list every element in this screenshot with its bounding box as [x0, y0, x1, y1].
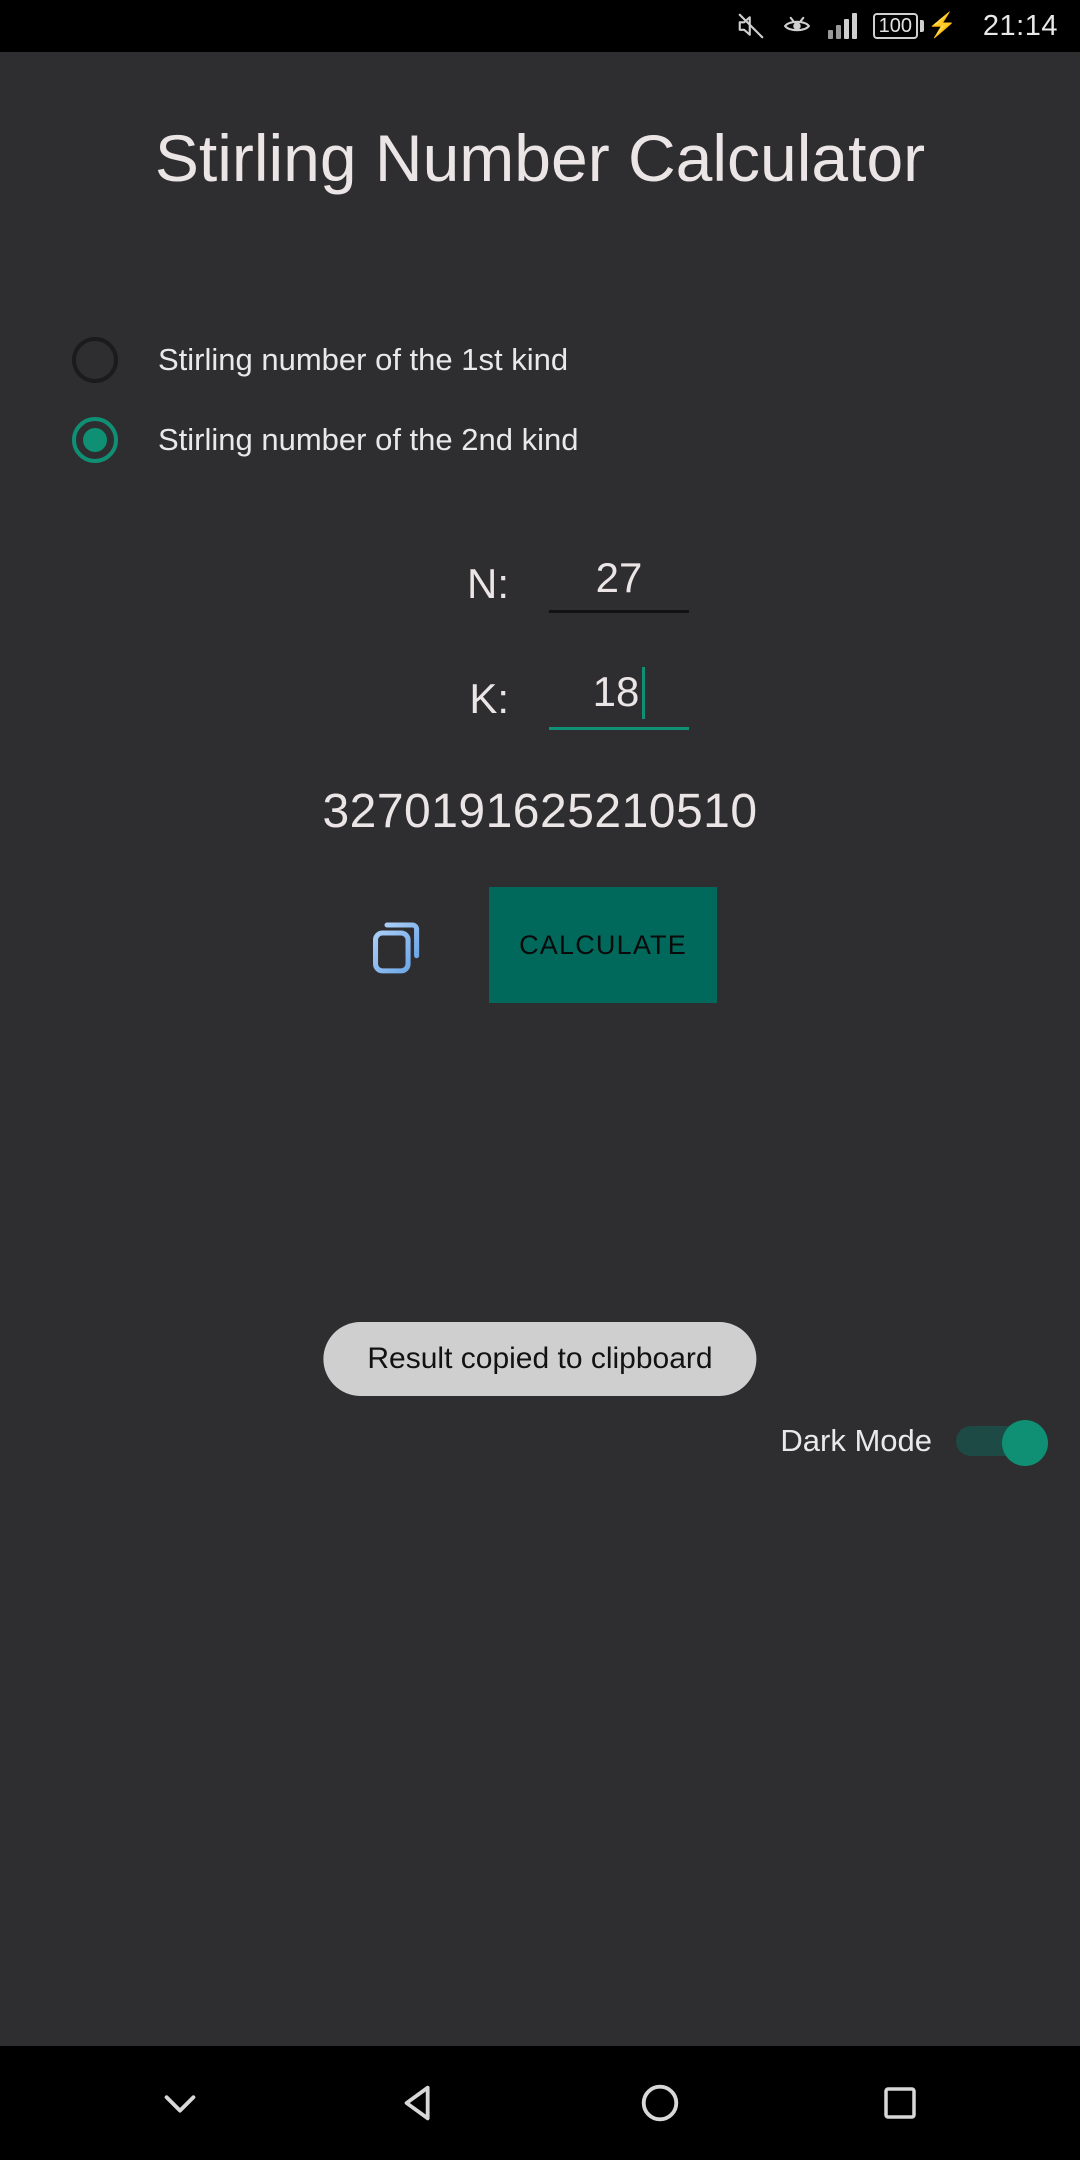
copy-icon[interactable] — [363, 907, 435, 983]
recents-icon[interactable] — [840, 2046, 960, 2160]
battery-icon: 100 ⚡ — [872, 12, 957, 39]
input-fields: N: 27 K: 18 — [0, 554, 1080, 730]
hide-keyboard-chevron-icon[interactable] — [120, 2046, 240, 2160]
action-row: CALCULATE — [0, 887, 1080, 1003]
back-icon[interactable] — [360, 2046, 480, 2160]
dark-mode-setting[interactable]: Dark Mode — [780, 1420, 1048, 1466]
field-row-k: K: 18 — [0, 667, 1080, 730]
status-bar: 100 ⚡ 21:14 — [0, 0, 1080, 52]
radio-option-2nd-kind[interactable]: Stirling number of the 2nd kind — [72, 400, 1080, 480]
radio-button-2nd-kind[interactable] — [72, 417, 118, 463]
n-label: N: — [467, 559, 509, 607]
battery-level-label: 100 — [872, 13, 919, 39]
switch-thumb — [1002, 1420, 1048, 1466]
signal-bars-icon — [827, 13, 857, 39]
charging-bolt-icon: ⚡ — [927, 12, 957, 39]
k-input-value: 18 — [592, 668, 640, 715]
n-input[interactable]: 27 — [549, 554, 689, 613]
toast-message: Result copied to clipboard — [323, 1322, 757, 1396]
app-content: Stirling Number Calculator Stirling numb… — [0, 52, 1080, 2046]
result-value: 3270191625210510 — [322, 785, 758, 838]
k-input[interactable]: 18 — [549, 667, 689, 730]
radio-label-1st-kind: Stirling number of the 1st kind — [158, 342, 569, 377]
page-title: Stirling Number Calculator — [154, 121, 926, 195]
radio-button-1st-kind[interactable] — [72, 337, 118, 383]
calculate-button[interactable]: CALCULATE — [489, 887, 717, 1003]
field-row-n: N: 27 — [0, 554, 1080, 613]
dark-mode-label: Dark Mode — [780, 1423, 932, 1458]
status-bar-clock: 21:14 — [982, 9, 1058, 42]
radio-label-2nd-kind: Stirling number of the 2nd kind — [158, 422, 579, 457]
mute-icon — [736, 11, 766, 41]
kind-radio-group: Stirling number of the 1st kind Stirling… — [0, 320, 1080, 480]
dark-mode-switch[interactable] — [956, 1420, 1048, 1466]
k-label: K: — [469, 674, 509, 722]
battery-tip — [920, 20, 925, 32]
home-icon[interactable] — [600, 2046, 720, 2160]
radio-option-1st-kind[interactable]: Stirling number of the 1st kind — [72, 320, 1080, 400]
status-bar-icons: 100 ⚡ 21:14 — [736, 11, 1058, 41]
text-cursor — [642, 667, 646, 719]
android-nav-bar — [0, 2046, 1080, 2160]
eye-comfort-icon — [782, 11, 812, 41]
